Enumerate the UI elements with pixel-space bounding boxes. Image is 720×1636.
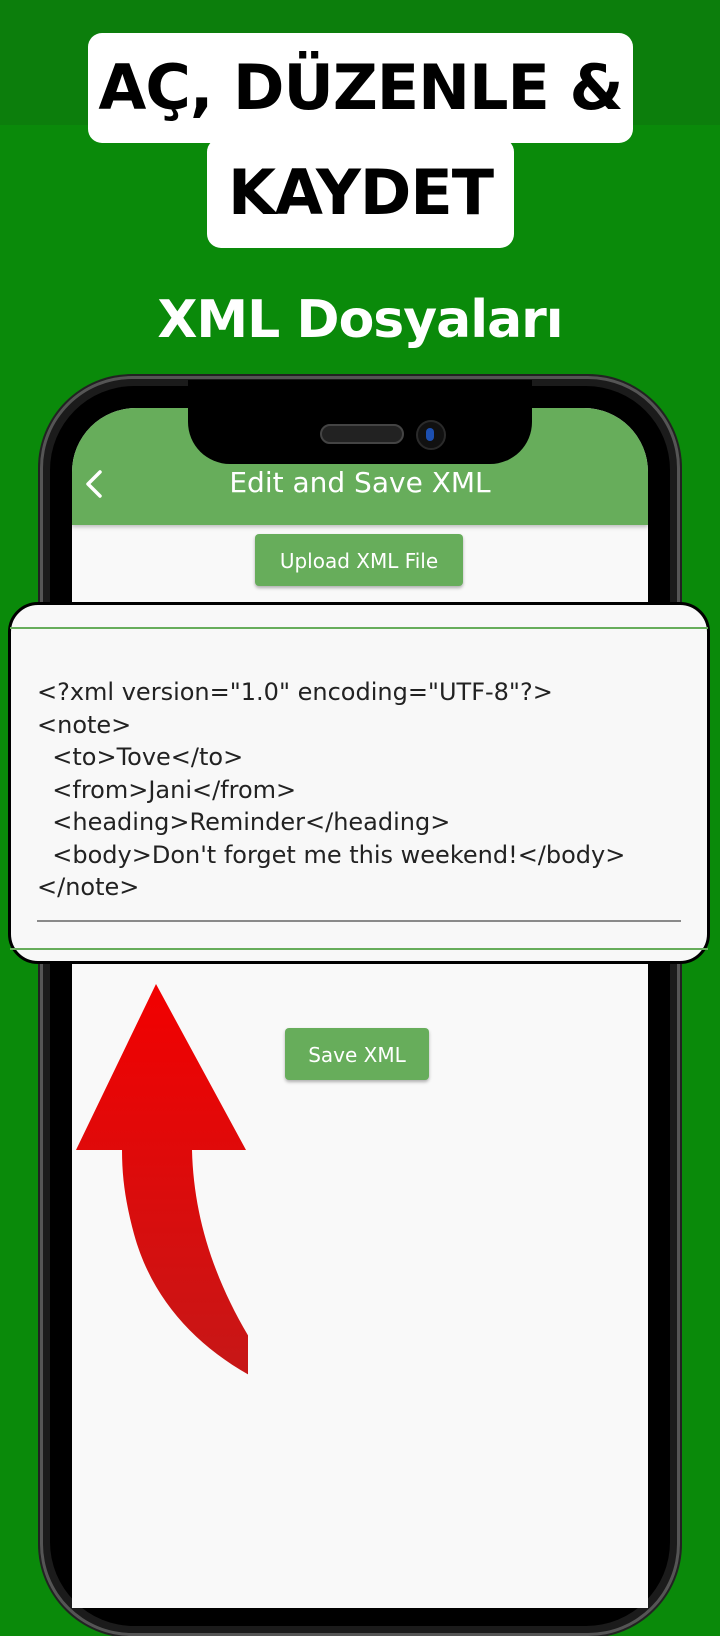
phone-notch: [188, 380, 532, 464]
headline-line2: KAYDET: [207, 138, 514, 248]
editor-underline: [37, 920, 681, 922]
red-arrow-icon: [76, 984, 248, 1375]
editor-top-divider: [10, 627, 708, 629]
upload-xml-button[interactable]: Upload XML File: [255, 534, 463, 586]
save-xml-button[interactable]: Save XML: [285, 1028, 429, 1080]
speaker-grille: [320, 424, 404, 444]
page-title: Edit and Save XML: [229, 466, 491, 499]
xml-editor-input[interactable]: <?xml version="1.0" encoding="UTF-8"?> <…: [37, 676, 677, 904]
headline-line1: AÇ, DÜZENLE &: [88, 33, 633, 143]
promo-subtitle: XML Dosyaları: [157, 290, 563, 350]
camera-icon: [416, 420, 446, 450]
editor-bottom-divider: [10, 948, 708, 950]
